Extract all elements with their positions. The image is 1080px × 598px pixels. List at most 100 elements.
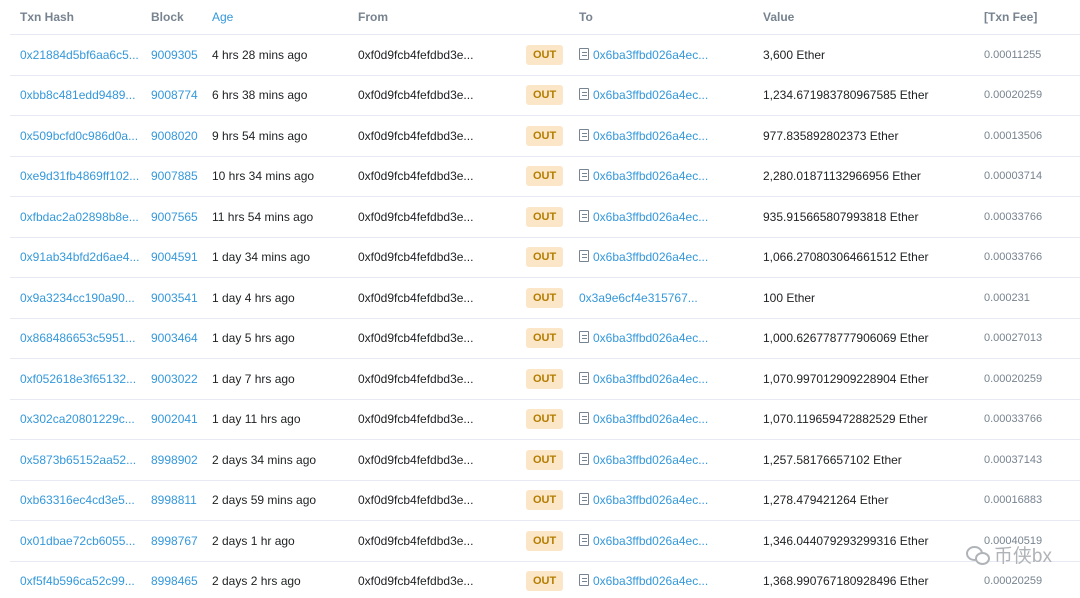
contract-icon: [579, 533, 589, 546]
to-address-link[interactable]: 0x3a9e6cf4e315767...: [579, 291, 698, 305]
out-badge: OUT: [526, 449, 564, 470]
to-address-link[interactable]: 0x6ba3ffbd026a4ec...: [593, 129, 708, 143]
table-row: 0x9a3234cc190a90... 9003541 1 day 4 hrs ag…: [10, 277, 1080, 319]
txn-fee-cell: 0.00027013: [974, 318, 1080, 359]
txn-hash-link[interactable]: 0xfbdac2a02898b8e...: [20, 210, 139, 224]
from-cell: 0xf0d9fcb4fefdbd3e...: [348, 237, 516, 278]
block-link[interactable]: 9008020: [151, 129, 198, 143]
block-cell: 9009305: [141, 34, 202, 76]
to-cell: 0x6ba3ffbd026a4ec...: [569, 399, 753, 440]
txn-hash-link[interactable]: 0xe9d31fb4869ff102...: [20, 169, 139, 183]
txn-hash-link[interactable]: 0xb63316ec4cd3e5...: [20, 493, 135, 507]
block-link[interactable]: 9003541: [151, 291, 198, 305]
txn-hash-link[interactable]: 0x868486653c5951...: [20, 331, 135, 345]
txn-fee-cell: 0.00013506: [974, 115, 1080, 157]
wechat-icon: [965, 545, 990, 565]
column-header-from: From: [348, 0, 516, 35]
to-cell: 0x6ba3ffbd026a4ec...: [569, 196, 753, 238]
block-link[interactable]: 9003022: [151, 372, 198, 386]
txn-hash-link[interactable]: 0x5873b65152aa52...: [20, 453, 136, 467]
block-cell: 9007885: [141, 156, 202, 197]
block-link[interactable]: 8998767: [151, 534, 198, 548]
txn-hash-link[interactable]: 0x302ca20801229c...: [20, 412, 135, 426]
block-cell: 9002041: [141, 399, 202, 440]
block-link[interactable]: 8998811: [151, 493, 197, 507]
block-link[interactable]: 9007885: [151, 169, 198, 183]
txn-hash-cell: 0xf052618e3f65132...: [10, 358, 141, 400]
block-link[interactable]: 9002041: [151, 412, 198, 426]
txn-hash-link[interactable]: 0xbb8c481edd9489...: [20, 88, 135, 102]
from-cell: 0xf0d9fcb4fefdbd3e...: [348, 480, 516, 521]
txn-fee-cell: 0.00037143: [974, 439, 1080, 481]
column-header-block: Block: [141, 0, 202, 35]
txn-hash-cell: 0x302ca20801229c...: [10, 399, 141, 440]
to-address-link[interactable]: 0x6ba3ffbd026a4ec...: [593, 493, 708, 507]
to-address-link[interactable]: 0x6ba3ffbd026a4ec...: [593, 574, 708, 588]
contract-icon: [579, 412, 589, 425]
block-link[interactable]: 8998465: [151, 574, 198, 588]
contract-icon: [579, 209, 589, 222]
out-badge: OUT: [526, 287, 564, 308]
txn-hash-cell: 0xbb8c481edd9489...: [10, 75, 141, 116]
column-header-age[interactable]: Age: [202, 0, 348, 35]
out-badge: OUT: [526, 368, 564, 389]
from-cell: 0xf0d9fcb4fefdbd3e...: [348, 318, 516, 359]
txn-hash-link[interactable]: 0x509bcfd0c986d0a...: [20, 129, 138, 143]
direction-cell: OUT: [516, 358, 569, 400]
out-badge: OUT: [526, 44, 564, 65]
to-address-link[interactable]: 0x6ba3ffbd026a4ec...: [593, 210, 708, 224]
direction-cell: OUT: [516, 561, 569, 598]
to-address-link[interactable]: 0x6ba3ffbd026a4ec...: [593, 412, 708, 426]
to-address-link[interactable]: 0x6ba3ffbd026a4ec...: [593, 48, 708, 62]
txn-hash-link[interactable]: 0xf5f4b596ca52c99...: [20, 574, 135, 588]
block-link[interactable]: 9003464: [151, 331, 198, 345]
block-cell: 9003541: [141, 277, 202, 319]
block-link[interactable]: 8998902: [151, 453, 198, 467]
to-cell: 0x6ba3ffbd026a4ec...: [569, 75, 753, 116]
txn-hash-link[interactable]: 0x21884d5bf6aa6c5...: [20, 48, 139, 62]
contract-icon: [579, 88, 589, 101]
out-badge: OUT: [526, 571, 564, 592]
txn-fee-cell: 0.00003714: [974, 156, 1080, 197]
direction-cell: OUT: [516, 115, 569, 157]
value-cell: 1,368.990767180928496 Ether: [753, 561, 974, 598]
to-address-link[interactable]: 0x6ba3ffbd026a4ec...: [593, 331, 708, 345]
table-header-row: Txn Hash Block Age From To Value [Txn Fe…: [10, 0, 1080, 35]
age-cell: 2 days 1 hr ago: [202, 520, 348, 562]
block-cell: 9003464: [141, 318, 202, 359]
txn-hash-link[interactable]: 0xf052618e3f65132...: [20, 372, 136, 386]
age-cell: 1 day 34 mins ago: [202, 237, 348, 278]
block-link[interactable]: 9004591: [151, 250, 198, 264]
age-cell: 9 hrs 54 mins ago: [202, 115, 348, 157]
from-cell: 0xf0d9fcb4fefdbd3e...: [348, 196, 516, 238]
block-link[interactable]: 9008774: [151, 88, 198, 102]
column-header-txn-fee[interactable]: [Txn Fee]: [974, 0, 1080, 35]
txn-hash-cell: 0x01dbae72cb6055...: [10, 520, 141, 562]
value-cell: 1,070.119659472882529 Ether: [753, 399, 974, 440]
txn-fee-cell: 0.00011255: [974, 34, 1080, 76]
block-cell: 9008020: [141, 115, 202, 157]
out-badge: OUT: [526, 166, 564, 187]
to-address-link[interactable]: 0x6ba3ffbd026a4ec...: [593, 534, 708, 548]
contract-icon: [579, 493, 589, 506]
block-link[interactable]: 9007565: [151, 210, 198, 224]
direction-cell: OUT: [516, 318, 569, 359]
txn-hash-cell: 0x21884d5bf6aa6c5...: [10, 34, 141, 76]
txn-hash-link[interactable]: 0x9a3234cc190a90...: [20, 291, 135, 305]
to-address-link[interactable]: 0x6ba3ffbd026a4ec...: [593, 372, 708, 386]
txn-fee-cell: 0.00033766: [974, 237, 1080, 278]
to-address-link[interactable]: 0x6ba3ffbd026a4ec...: [593, 250, 708, 264]
txn-hash-link[interactable]: 0x01dbae72cb6055...: [20, 534, 135, 548]
value-cell: 2,280.01871132966956 Ether: [753, 156, 974, 197]
from-cell: 0xf0d9fcb4fefdbd3e...: [348, 561, 516, 598]
txn-hash-link[interactable]: 0x91ab34bfd2d6ae4...: [20, 250, 139, 264]
to-address-link[interactable]: 0x6ba3ffbd026a4ec...: [593, 169, 708, 183]
value-cell: 1,346.044079293299316 Ether: [753, 520, 974, 562]
to-cell: 0x6ba3ffbd026a4ec...: [569, 318, 753, 359]
block-link[interactable]: 9009305: [151, 48, 198, 62]
age-cell: 2 days 2 hrs ago: [202, 561, 348, 598]
to-address-link[interactable]: 0x6ba3ffbd026a4ec...: [593, 88, 708, 102]
to-address-link[interactable]: 0x6ba3ffbd026a4ec...: [593, 453, 708, 467]
to-cell: 0x6ba3ffbd026a4ec...: [569, 237, 753, 278]
table-row: 0xf052618e3f65132... 9003022 1 day 7 hrs a…: [10, 358, 1080, 400]
